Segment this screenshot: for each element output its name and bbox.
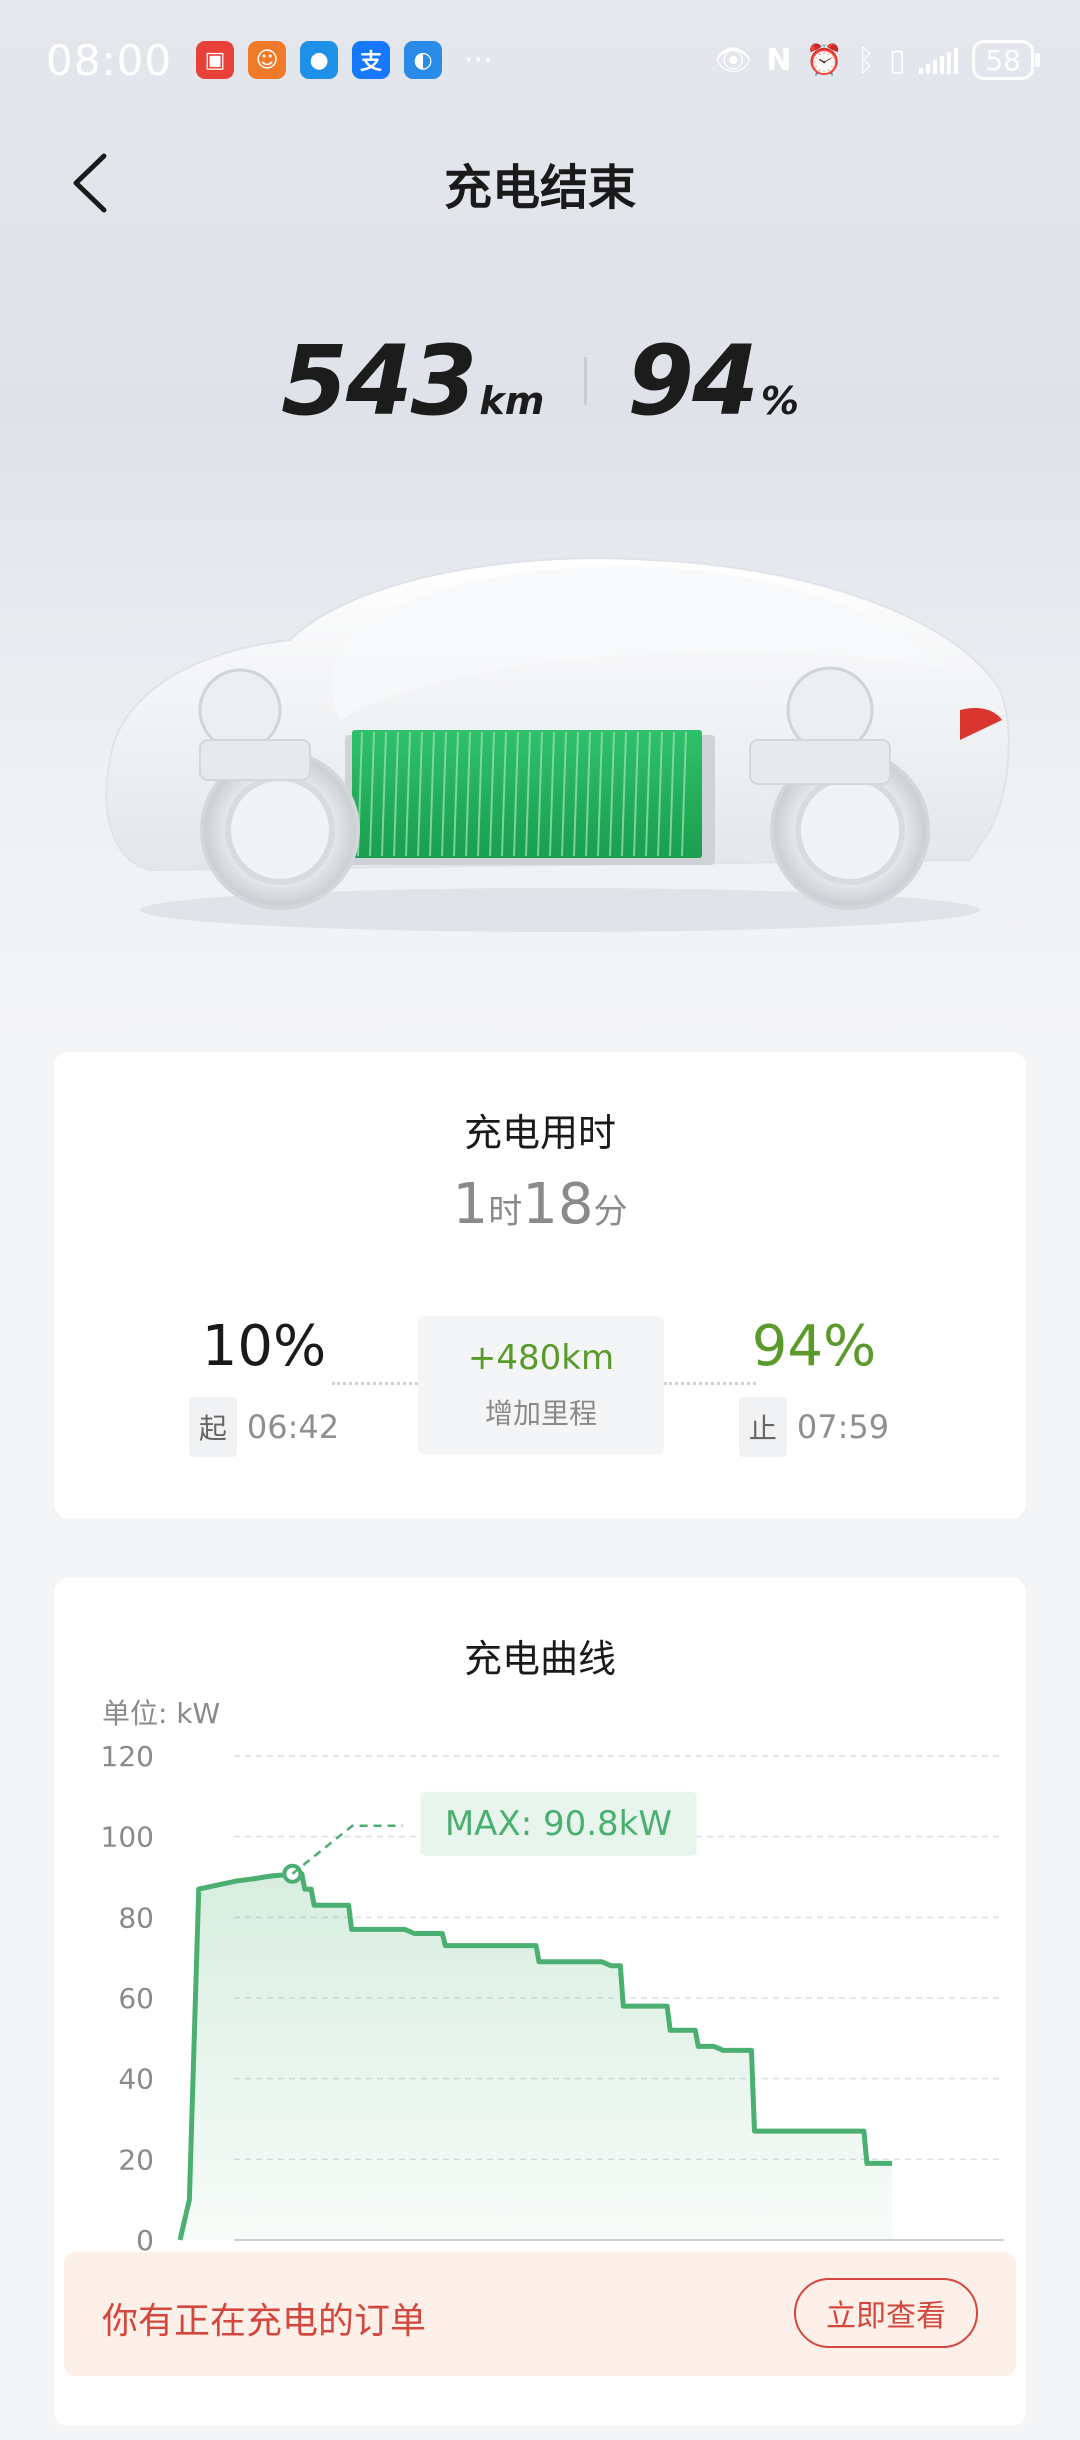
start-soc: 10% <box>201 1314 327 1379</box>
curve-area-fill <box>180 1873 892 2240</box>
max-leader-line <box>291 1824 403 1875</box>
start-tag: 起 <box>188 1397 237 1457</box>
duration-title: 充电用时 <box>463 1111 616 1155</box>
status-bar: 08:00 ▣ ☺ ● 支 ◐ ··· 👁 N ⏰ ᛒ ▯ 58 <box>0 0 1080 120</box>
vibrate-icon: ▯ <box>888 42 906 78</box>
added-range-box: +480km 增加里程 <box>418 1316 664 1454</box>
duration-hours-unit: 时 <box>488 1192 523 1232</box>
more-notifications-icon: ··· <box>464 42 493 78</box>
game-app-icon: ☺ <box>248 41 287 79</box>
alarm-icon: ⏰ <box>805 42 843 78</box>
end-time: 07:59 <box>796 1408 890 1446</box>
car-battery-illustration <box>90 540 1030 940</box>
soc-unit: % <box>760 379 799 423</box>
status-right: 👁 N ⏰ ᛒ ▯ 58 <box>714 40 1040 80</box>
end-tag: 止 <box>738 1397 787 1457</box>
message-app-icon: ● <box>300 41 339 79</box>
nfc-icon: N <box>766 42 792 78</box>
headline-divider <box>584 357 588 405</box>
added-range-label: 增加里程 <box>484 1397 597 1430</box>
range-value: 543 <box>281 325 477 437</box>
end-soc-block: 94% 止 07:59 <box>694 1314 934 1457</box>
huawei-appgallery-icon: ▣ <box>196 41 235 79</box>
alipay-icon: 支 <box>352 41 391 79</box>
y-tick-label: 100 <box>101 1821 154 1854</box>
start-soc-block: 10% 起 06:42 <box>144 1314 384 1457</box>
page-title: 充电结束 <box>443 160 636 216</box>
ongoing-order-text: 你有正在充电的订单 <box>102 2301 427 2342</box>
headline-stats: 543 km 94 % <box>0 325 1080 437</box>
status-left: 08:00 ▣ ☺ ● 支 ◐ ··· <box>46 36 493 85</box>
view-order-button[interactable]: 立即查看 <box>794 2278 978 2348</box>
y-tick-label: 20 <box>118 2143 154 2176</box>
start-meta: 起 06:42 <box>144 1397 384 1457</box>
soc-value: 94 <box>627 325 759 437</box>
signal-icon <box>919 46 959 74</box>
browser-app-icon: ◐ <box>404 41 443 79</box>
eye-icon: 👁 <box>714 42 753 78</box>
start-time: 06:42 <box>246 1408 340 1446</box>
y-tick-label: 60 <box>118 1982 154 2015</box>
max-value-label: MAX: 90.8kW <box>445 1804 672 1844</box>
battery-level: 58 <box>985 43 1021 77</box>
battery-icon: 58 <box>972 40 1040 80</box>
bluetooth-icon: ᛒ <box>856 42 875 78</box>
y-tick-label: 80 <box>118 1901 154 1934</box>
end-meta: 止 07:59 <box>694 1397 934 1457</box>
y-tick-label: 40 <box>118 2063 154 2096</box>
duration-hours: 1 <box>452 1172 489 1237</box>
y-tick-label: 120 <box>101 1740 154 1773</box>
ongoing-order-banner: 你有正在充电的订单 立即查看 <box>64 2252 1016 2376</box>
end-soc: 94% <box>751 1314 877 1379</box>
duration-minutes-unit: 分 <box>593 1192 628 1232</box>
range-unit: km <box>479 379 545 423</box>
charging-duration-card: 充电用时 1时18分 10% 起 06:42 +480km 增加里程 94% 止… <box>54 1052 1026 1518</box>
added-range-value: +480km <box>467 1338 615 1378</box>
duration-minutes: 18 <box>522 1172 594 1237</box>
status-time: 08:00 <box>46 35 173 85</box>
charging-duration: 1时18分 <box>54 1172 1026 1237</box>
